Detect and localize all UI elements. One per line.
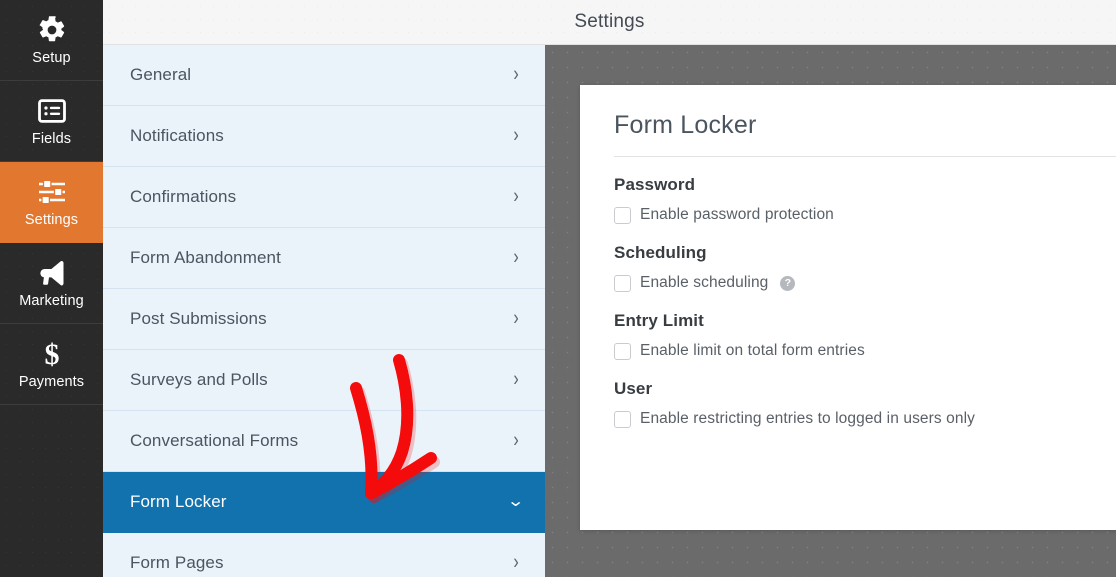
chevron-right-icon: › bbox=[513, 550, 519, 574]
section-heading: Entry Limit bbox=[614, 311, 704, 330]
settings-item-label: General bbox=[130, 65, 192, 84]
settings-item-label: Post Submissions bbox=[130, 309, 267, 328]
settings-item-confirmations[interactable]: Confirmations › bbox=[103, 167, 545, 228]
checkbox-label: Enable scheduling bbox=[640, 274, 769, 291]
settings-item-label: Form Locker bbox=[130, 492, 227, 511]
settings-item-form-locker[interactable]: Form Locker ⌄ bbox=[103, 472, 545, 533]
rail-item-label: Marketing bbox=[19, 292, 84, 309]
chevron-right-icon: › bbox=[513, 184, 519, 208]
settings-item-label: Confirmations bbox=[130, 187, 237, 206]
settings-item-label: Form Abandonment bbox=[130, 248, 281, 267]
rail-item-label: Fields bbox=[31, 130, 72, 147]
primary-nav-rail: Setup Fields Settings Marketing $ Paymen… bbox=[0, 0, 103, 577]
checkbox-label: Enable limit on total form entries bbox=[640, 342, 865, 359]
form-locker-panel: Form Locker Password Enable password pro… bbox=[580, 85, 1116, 530]
rail-item-marketing[interactable]: Marketing bbox=[0, 243, 103, 324]
dollar-icon: $ bbox=[41, 339, 63, 369]
chevron-right-icon: › bbox=[513, 306, 519, 330]
rail-item-label: Setup bbox=[32, 49, 71, 66]
checkbox-label: Enable password protection bbox=[640, 206, 834, 223]
settings-item-label: Conversational Forms bbox=[130, 431, 299, 450]
rail-item-payments[interactable]: $ Payments bbox=[0, 324, 103, 405]
section-scheduling: Scheduling Enable scheduling ? bbox=[614, 243, 1106, 292]
chevron-right-icon: › bbox=[513, 62, 519, 86]
rail-item-label: Payments bbox=[18, 373, 85, 390]
page-title: Settings bbox=[574, 11, 645, 32]
settings-item-label: Form Pages bbox=[130, 553, 224, 572]
chevron-right-icon: › bbox=[513, 428, 519, 452]
enable-entry-limit-checkbox[interactable] bbox=[614, 342, 631, 360]
rail-item-label: Settings bbox=[24, 211, 79, 228]
chevron-right-icon: › bbox=[513, 367, 519, 391]
form-builder-screen: Setup Fields Settings Marketing $ Paymen… bbox=[0, 0, 1116, 577]
entry-limit-row[interactable]: Enable limit on total form entries bbox=[614, 342, 1106, 360]
settings-item-conversational-forms[interactable]: Conversational Forms › bbox=[103, 411, 545, 472]
screen-header: Settings bbox=[103, 0, 1116, 45]
rail-item-settings[interactable]: Settings bbox=[0, 162, 103, 243]
panel-divider bbox=[614, 156, 1116, 157]
chevron-right-icon: › bbox=[513, 245, 519, 269]
enable-password-protection-checkbox[interactable] bbox=[614, 206, 631, 224]
section-user: User Enable restricting entries to logge… bbox=[614, 379, 1106, 428]
svg-text:$: $ bbox=[44, 339, 59, 369]
section-entry-limit: Entry Limit Enable limit on total form e… bbox=[614, 311, 1106, 360]
chevron-down-icon: ⌄ bbox=[506, 493, 526, 510]
rail-item-setup[interactable]: Setup bbox=[0, 0, 103, 81]
rail-empty-space bbox=[0, 405, 103, 575]
password-protection-row[interactable]: Enable password protection bbox=[614, 206, 1106, 224]
gear-icon bbox=[37, 15, 67, 45]
sliders-icon bbox=[37, 177, 67, 207]
section-heading: User bbox=[614, 379, 653, 398]
settings-item-form-pages[interactable]: Form Pages › bbox=[103, 533, 545, 577]
megaphone-icon bbox=[37, 258, 67, 288]
settings-item-post-submissions[interactable]: Post Submissions › bbox=[103, 289, 545, 350]
enable-user-restriction-checkbox[interactable] bbox=[614, 410, 631, 428]
settings-item-form-abandonment[interactable]: Form Abandonment › bbox=[103, 228, 545, 289]
scheduling-row[interactable]: Enable scheduling ? bbox=[614, 274, 1106, 292]
fields-list-icon bbox=[37, 96, 66, 126]
panel-title: Form Locker bbox=[614, 111, 757, 139]
chevron-right-icon: › bbox=[513, 123, 519, 147]
rail-item-fields[interactable]: Fields bbox=[0, 81, 103, 162]
section-password: Password Enable password protection bbox=[614, 175, 1106, 224]
enable-scheduling-checkbox[interactable] bbox=[614, 274, 631, 292]
settings-item-label: Surveys and Polls bbox=[130, 370, 268, 389]
user-restriction-row[interactable]: Enable restricting entries to logged in … bbox=[614, 410, 1106, 428]
settings-item-general[interactable]: General › bbox=[103, 45, 545, 106]
settings-menu-list: General › Notifications › Confirmations … bbox=[103, 45, 545, 577]
help-question-icon[interactable]: ? bbox=[780, 275, 796, 291]
settings-item-label: Notifications bbox=[130, 126, 224, 145]
settings-item-surveys-and-polls[interactable]: Surveys and Polls › bbox=[103, 350, 545, 411]
settings-item-notifications[interactable]: Notifications › bbox=[103, 106, 545, 167]
section-heading: Scheduling bbox=[614, 243, 707, 262]
checkbox-label: Enable restricting entries to logged in … bbox=[640, 410, 975, 427]
section-heading: Password bbox=[614, 175, 696, 194]
